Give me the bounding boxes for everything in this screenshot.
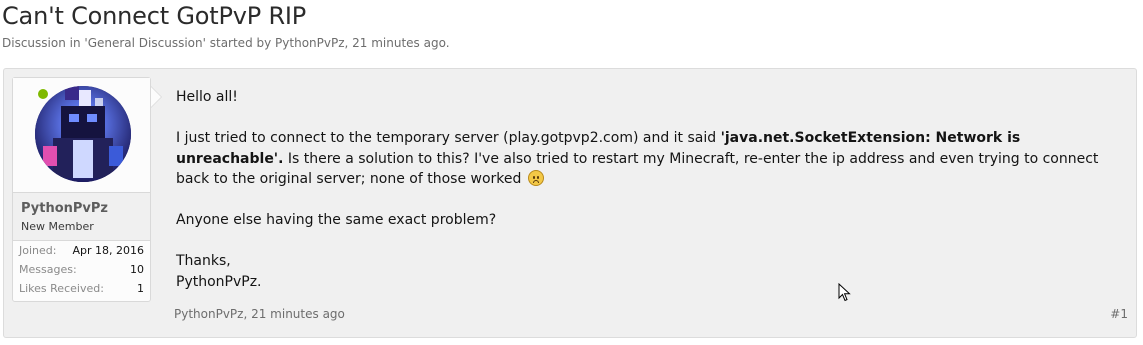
thread-meta: Discussion in 'General Discussion' start… xyxy=(2,35,450,51)
stat-likes: Likes Received: 1 xyxy=(13,279,150,298)
post-author-link[interactable]: PythonPvPz xyxy=(174,307,243,321)
message-text: Is there a solution to this? I've also t… xyxy=(176,150,1099,188)
meta-middle: started by xyxy=(205,36,276,50)
card-arrow xyxy=(151,87,161,107)
user-card: PythonPvPz New Member Joined: Apr 18, 20… xyxy=(12,77,151,302)
post-container: PythonPvPz New Member Joined: Apr 18, 20… xyxy=(3,68,1137,338)
username-link[interactable]: PythonPvPz xyxy=(21,201,108,216)
meta-time: , 21 minutes ago. xyxy=(344,36,450,50)
post-permalink[interactable]: #1 xyxy=(1110,307,1128,321)
forum-link[interactable]: 'General Discussion' xyxy=(84,36,206,50)
stat-value[interactable]: 10 xyxy=(130,260,144,279)
stat-label: Messages: xyxy=(19,263,77,276)
thread-title: Can't Connect GotPvP RIP xyxy=(2,2,307,30)
stat-value: 1 xyxy=(137,282,144,295)
avatar-area xyxy=(13,78,150,192)
message-signature: PythonPvPz. xyxy=(176,273,262,290)
worried-emoji-icon xyxy=(527,170,544,186)
user-name-block: PythonPvPz New Member xyxy=(13,192,150,241)
avatar-image xyxy=(35,86,131,182)
message-paragraph: I just tried to connect to the temporary… xyxy=(176,128,1126,190)
user-stats: Joined: Apr 18, 2016 Messages: 10 Likes … xyxy=(13,241,150,298)
online-status-icon xyxy=(37,88,49,100)
stat-label: Likes Received: xyxy=(19,282,104,295)
stat-joined: Joined: Apr 18, 2016 xyxy=(13,241,150,260)
meta-prefix: Discussion in xyxy=(2,36,85,50)
stat-messages: Messages: 10 xyxy=(13,260,150,279)
message-greeting: Hello all! xyxy=(176,89,238,105)
post-time[interactable]: , 21 minutes ago xyxy=(243,307,344,321)
mouse-cursor-icon xyxy=(838,282,852,307)
user-title: New Member xyxy=(21,220,94,233)
thread-author-link[interactable]: PythonPvPz xyxy=(275,36,344,50)
post-footer: PythonPvPz, 21 minutes ago xyxy=(174,307,345,321)
post-message: Hello all! I just tried to connect to th… xyxy=(176,87,1126,292)
message-text: I just tried to connect to the temporary… xyxy=(176,130,721,146)
stat-value: Apr 18, 2016 xyxy=(72,244,144,257)
avatar[interactable] xyxy=(35,86,131,182)
message-question: Anyone else having the same exact proble… xyxy=(176,212,497,228)
stat-label: Joined: xyxy=(19,244,57,257)
message-signoff: Thanks, xyxy=(176,253,231,269)
